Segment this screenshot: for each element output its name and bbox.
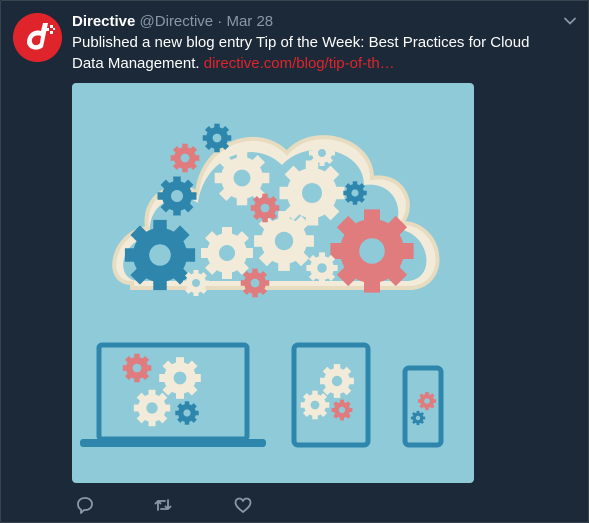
chevron-down-icon: [564, 17, 576, 25]
tweet-card[interactable]: Directive @Directive · Mar 28 Published …: [0, 0, 589, 523]
tweet-header: Directive @Directive · Mar 28: [72, 12, 273, 32]
tweet-media-image[interactable]: [72, 83, 474, 483]
tweet-text: Published a new blog entry Tip of the We…: [72, 32, 542, 74]
retweet-icon: [154, 499, 172, 511]
cloud-devices-illustration: [80, 123, 444, 448]
separator: ·: [217, 13, 223, 30]
tweet-menu-button[interactable]: [563, 14, 577, 28]
directive-logo-icon: [13, 13, 62, 62]
tweet-actions: [72, 494, 272, 516]
display-name[interactable]: Directive: [72, 13, 135, 30]
tweet-date[interactable]: Mar 28: [226, 13, 273, 30]
tweet-link[interactable]: directive.com/blog/tip-of-th…: [204, 55, 395, 72]
reply-icon: [77, 497, 93, 514]
like-button[interactable]: [232, 494, 254, 516]
heart-icon: [234, 497, 252, 513]
retweet-button[interactable]: [152, 494, 174, 516]
avatar[interactable]: [13, 13, 62, 62]
reply-button[interactable]: [74, 494, 96, 516]
handle[interactable]: @Directive: [140, 13, 214, 30]
